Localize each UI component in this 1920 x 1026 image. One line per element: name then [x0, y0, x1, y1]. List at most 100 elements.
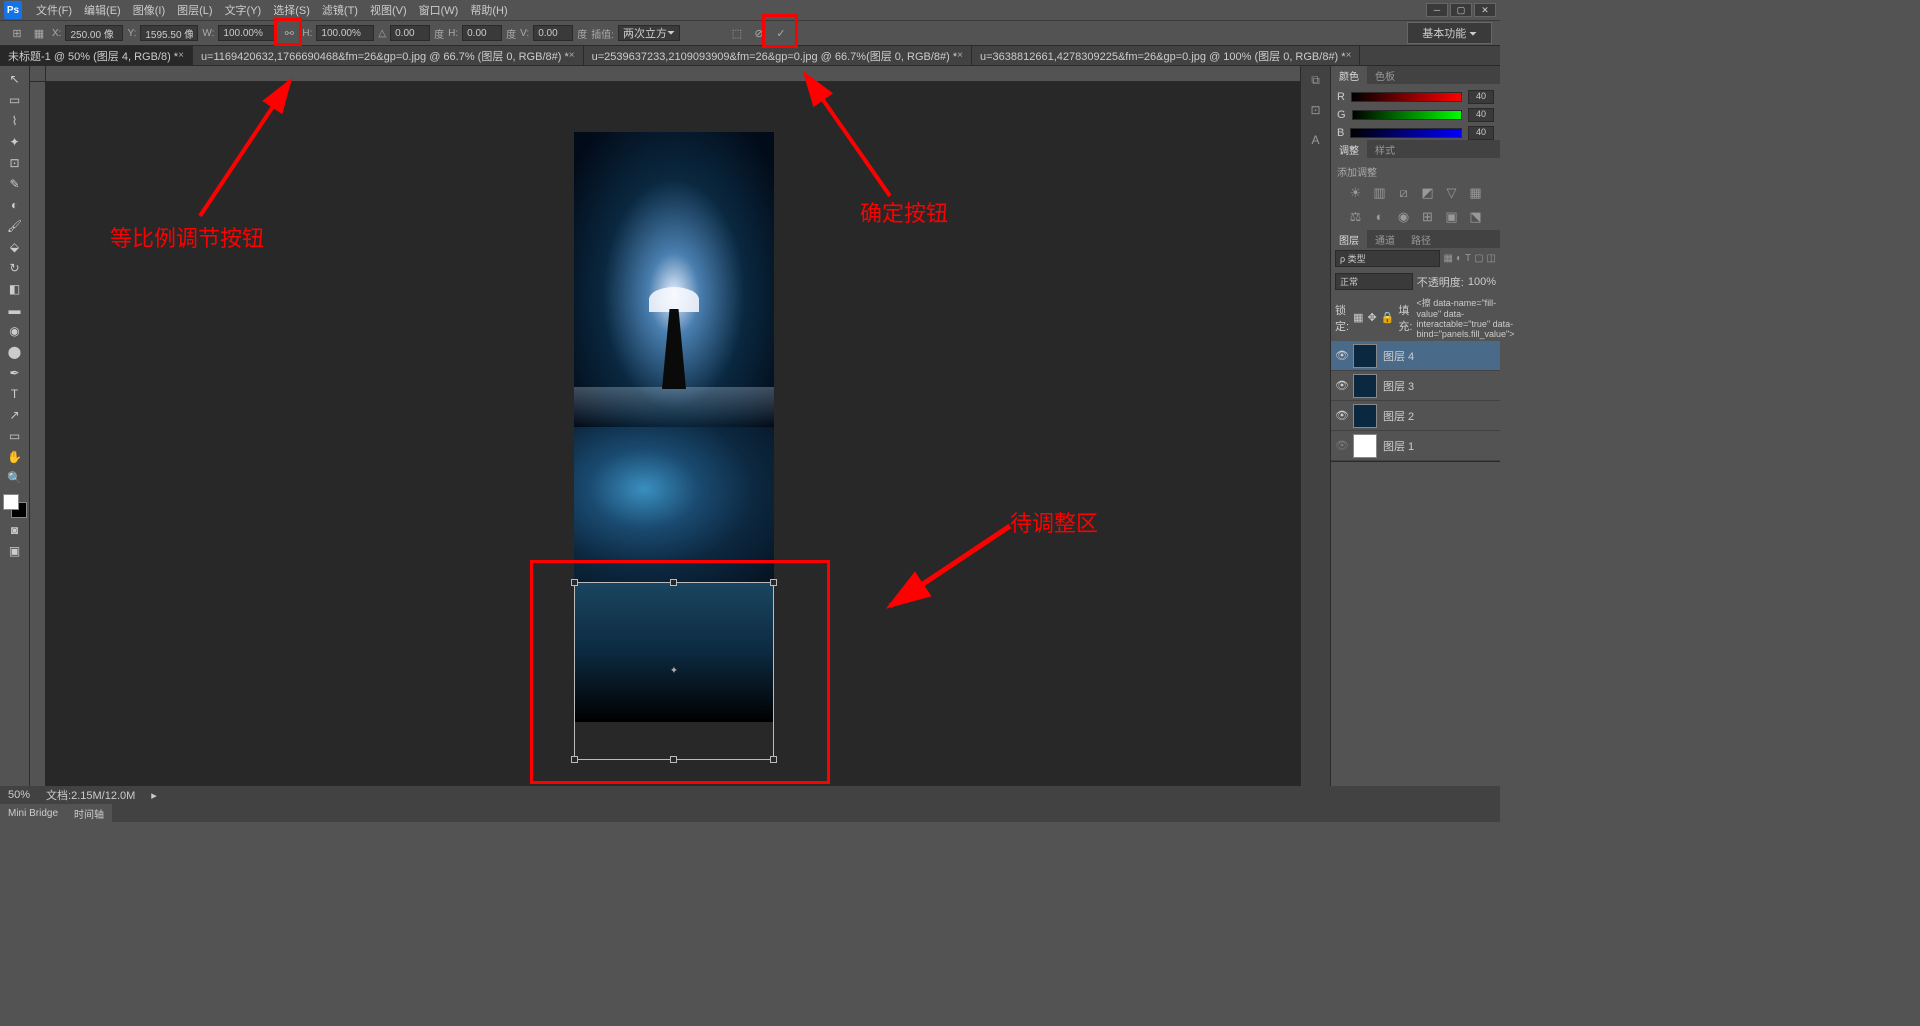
- r-value[interactable]: 40: [1468, 90, 1494, 104]
- healing-tool[interactable]: ◐: [4, 196, 26, 214]
- adj-hue-icon[interactable]: ▦: [1468, 185, 1484, 201]
- menu-file[interactable]: 文件(F): [30, 2, 78, 18]
- adj-vibrance-icon[interactable]: ▽: [1444, 185, 1460, 201]
- filter-shape-icon[interactable]: ▢: [1474, 253, 1483, 264]
- h-input[interactable]: [316, 25, 374, 41]
- menu-help[interactable]: 帮助(H): [464, 2, 513, 18]
- lock-position-icon[interactable]: ✥: [1367, 311, 1376, 324]
- maximize-button[interactable]: ▢: [1450, 3, 1472, 17]
- visibility-icon[interactable]: 👁: [1335, 409, 1347, 422]
- menu-view[interactable]: 视图(V): [364, 2, 413, 18]
- g-value[interactable]: 40: [1468, 108, 1494, 122]
- adj-exposure-icon[interactable]: ◩: [1420, 185, 1436, 201]
- angle-input[interactable]: [390, 25, 430, 41]
- crop-tool[interactable]: ⊡: [4, 154, 26, 172]
- eyedropper-tool[interactable]: ✎: [4, 175, 26, 193]
- w-input[interactable]: [218, 25, 276, 41]
- adj-bw-icon[interactable]: ◐: [1372, 209, 1388, 225]
- transform-icon[interactable]: ⊞: [8, 24, 26, 42]
- filter-smart-icon[interactable]: ◫: [1487, 253, 1496, 264]
- visibility-icon[interactable]: 👁: [1335, 379, 1347, 392]
- g-slider[interactable]: [1352, 110, 1462, 120]
- commit-transform-icon[interactable]: ✓: [772, 24, 790, 42]
- wand-tool[interactable]: ✦: [4, 133, 26, 151]
- b-slider[interactable]: [1350, 128, 1462, 138]
- color-tab[interactable]: 颜色: [1331, 66, 1367, 84]
- layer-row-1[interactable]: 👁 图层 1: [1331, 431, 1500, 461]
- warp-icon[interactable]: ⬚: [728, 24, 746, 42]
- chevron-right-icon[interactable]: ▸: [151, 789, 157, 802]
- swatches-tab[interactable]: 色板: [1367, 66, 1403, 84]
- r-slider[interactable]: [1351, 92, 1462, 102]
- type-tool[interactable]: T: [4, 385, 26, 403]
- move-tool[interactable]: ↖: [4, 70, 26, 88]
- menu-edit[interactable]: 编辑(E): [78, 2, 127, 18]
- layer-name[interactable]: 图层 1: [1383, 438, 1414, 454]
- foreground-color[interactable]: [3, 494, 19, 510]
- stamp-tool[interactable]: ⬙: [4, 238, 26, 256]
- hand-tool[interactable]: ✋: [4, 448, 26, 466]
- lasso-tool[interactable]: ⌇: [4, 112, 26, 130]
- lock-pixels-icon[interactable]: ▦: [1353, 311, 1363, 324]
- filter-pixel-icon[interactable]: ▦: [1443, 253, 1452, 264]
- dodge-tool[interactable]: ⬤: [4, 343, 26, 361]
- opacity-value[interactable]: 100%: [1468, 276, 1496, 288]
- adj-levels-icon[interactable]: ▥: [1372, 185, 1388, 201]
- filter-adjustment-icon[interactable]: ◐: [1456, 253, 1462, 264]
- pen-tool[interactable]: ✒: [4, 364, 26, 382]
- timeline-tab[interactable]: 时间轴: [66, 804, 112, 822]
- canvas-area[interactable]: ✦ 等比例调节按钮 确定按钮 待调整区: [30, 66, 1300, 786]
- layer-row-3[interactable]: 👁 图层 3: [1331, 371, 1500, 401]
- reference-point-icon[interactable]: ▦: [30, 24, 48, 42]
- paths-tab[interactable]: 路径: [1403, 230, 1439, 248]
- blur-tool[interactable]: ◉: [4, 322, 26, 340]
- history-dock-icon[interactable]: ⧉: [1306, 70, 1326, 90]
- quickmask-tool[interactable]: ◙: [4, 521, 26, 539]
- layer-name[interactable]: 图层 2: [1383, 408, 1414, 424]
- adj-colorbalance-icon[interactable]: ⚖: [1348, 209, 1364, 225]
- visibility-icon[interactable]: 👁: [1335, 439, 1347, 452]
- tab-doc2[interactable]: u=1169420632,1766690468&fm=26&gp=0.jpg @…: [193, 46, 584, 65]
- layer-row-2[interactable]: 👁 图层 2: [1331, 401, 1500, 431]
- visibility-icon[interactable]: 👁: [1335, 349, 1347, 362]
- menu-window[interactable]: 窗口(W): [413, 2, 465, 18]
- style-tab[interactable]: 样式: [1367, 140, 1403, 158]
- color-picker[interactable]: [3, 494, 27, 518]
- adj-invert-icon[interactable]: ⬔: [1468, 209, 1484, 225]
- link-icon[interactable]: ⚯: [280, 24, 298, 42]
- layer-name[interactable]: 图层 4: [1383, 348, 1414, 364]
- channels-tab[interactable]: 通道: [1367, 230, 1403, 248]
- marquee-tool[interactable]: ▭: [4, 91, 26, 109]
- layers-tab[interactable]: 图层: [1331, 230, 1367, 248]
- character-dock-icon[interactable]: A: [1306, 130, 1326, 150]
- zoom-level[interactable]: 50%: [8, 789, 30, 801]
- mini-bridge-tab[interactable]: Mini Bridge: [0, 804, 66, 822]
- adj-photofilter-icon[interactable]: ◉: [1396, 209, 1412, 225]
- layer-row-4[interactable]: 👁 图层 4: [1331, 341, 1500, 371]
- skew-v-input[interactable]: [533, 25, 573, 41]
- shape-tool[interactable]: ▭: [4, 427, 26, 445]
- properties-dock-icon[interactable]: ⊡: [1306, 100, 1326, 120]
- minimize-button[interactable]: ─: [1426, 3, 1448, 17]
- workspace-selector[interactable]: 基本功能 ⏷: [1407, 22, 1492, 44]
- menu-layer[interactable]: 图层(L): [171, 2, 218, 18]
- path-select-tool[interactable]: ↗: [4, 406, 26, 424]
- zoom-tool[interactable]: 🔍: [4, 469, 26, 487]
- b-value[interactable]: 40: [1468, 126, 1494, 140]
- interp-dropdown[interactable]: 两次立方 ⏷: [618, 25, 680, 41]
- layer-kind-dropdown[interactable]: ρ 类型: [1335, 250, 1440, 267]
- filter-type-icon[interactable]: T: [1465, 253, 1471, 264]
- adj-colorlookup-icon[interactable]: ▣: [1444, 209, 1460, 225]
- menu-select[interactable]: 选择(S): [267, 2, 316, 18]
- layer-name[interactable]: 图层 3: [1383, 378, 1414, 394]
- adj-brightness-icon[interactable]: ☀: [1348, 185, 1364, 201]
- tab-doc4[interactable]: u=3638812661,4278309225&fm=26&gp=0.jpg @…: [972, 46, 1360, 65]
- blend-mode-dropdown[interactable]: 正常: [1335, 273, 1413, 290]
- gradient-tool[interactable]: ▬: [4, 301, 26, 319]
- menu-type[interactable]: 文字(Y): [219, 2, 268, 18]
- tab-doc1[interactable]: 未标题-1 @ 50% (图层 4, RGB/8) * ×: [0, 46, 193, 65]
- tab-doc3[interactable]: u=2539637233,2109093909&fm=26&gp=0.jpg @…: [584, 46, 972, 65]
- screenmode-tool[interactable]: ▣: [4, 542, 26, 560]
- adj-channelmixer-icon[interactable]: ⊞: [1420, 209, 1436, 225]
- y-input[interactable]: [140, 25, 198, 41]
